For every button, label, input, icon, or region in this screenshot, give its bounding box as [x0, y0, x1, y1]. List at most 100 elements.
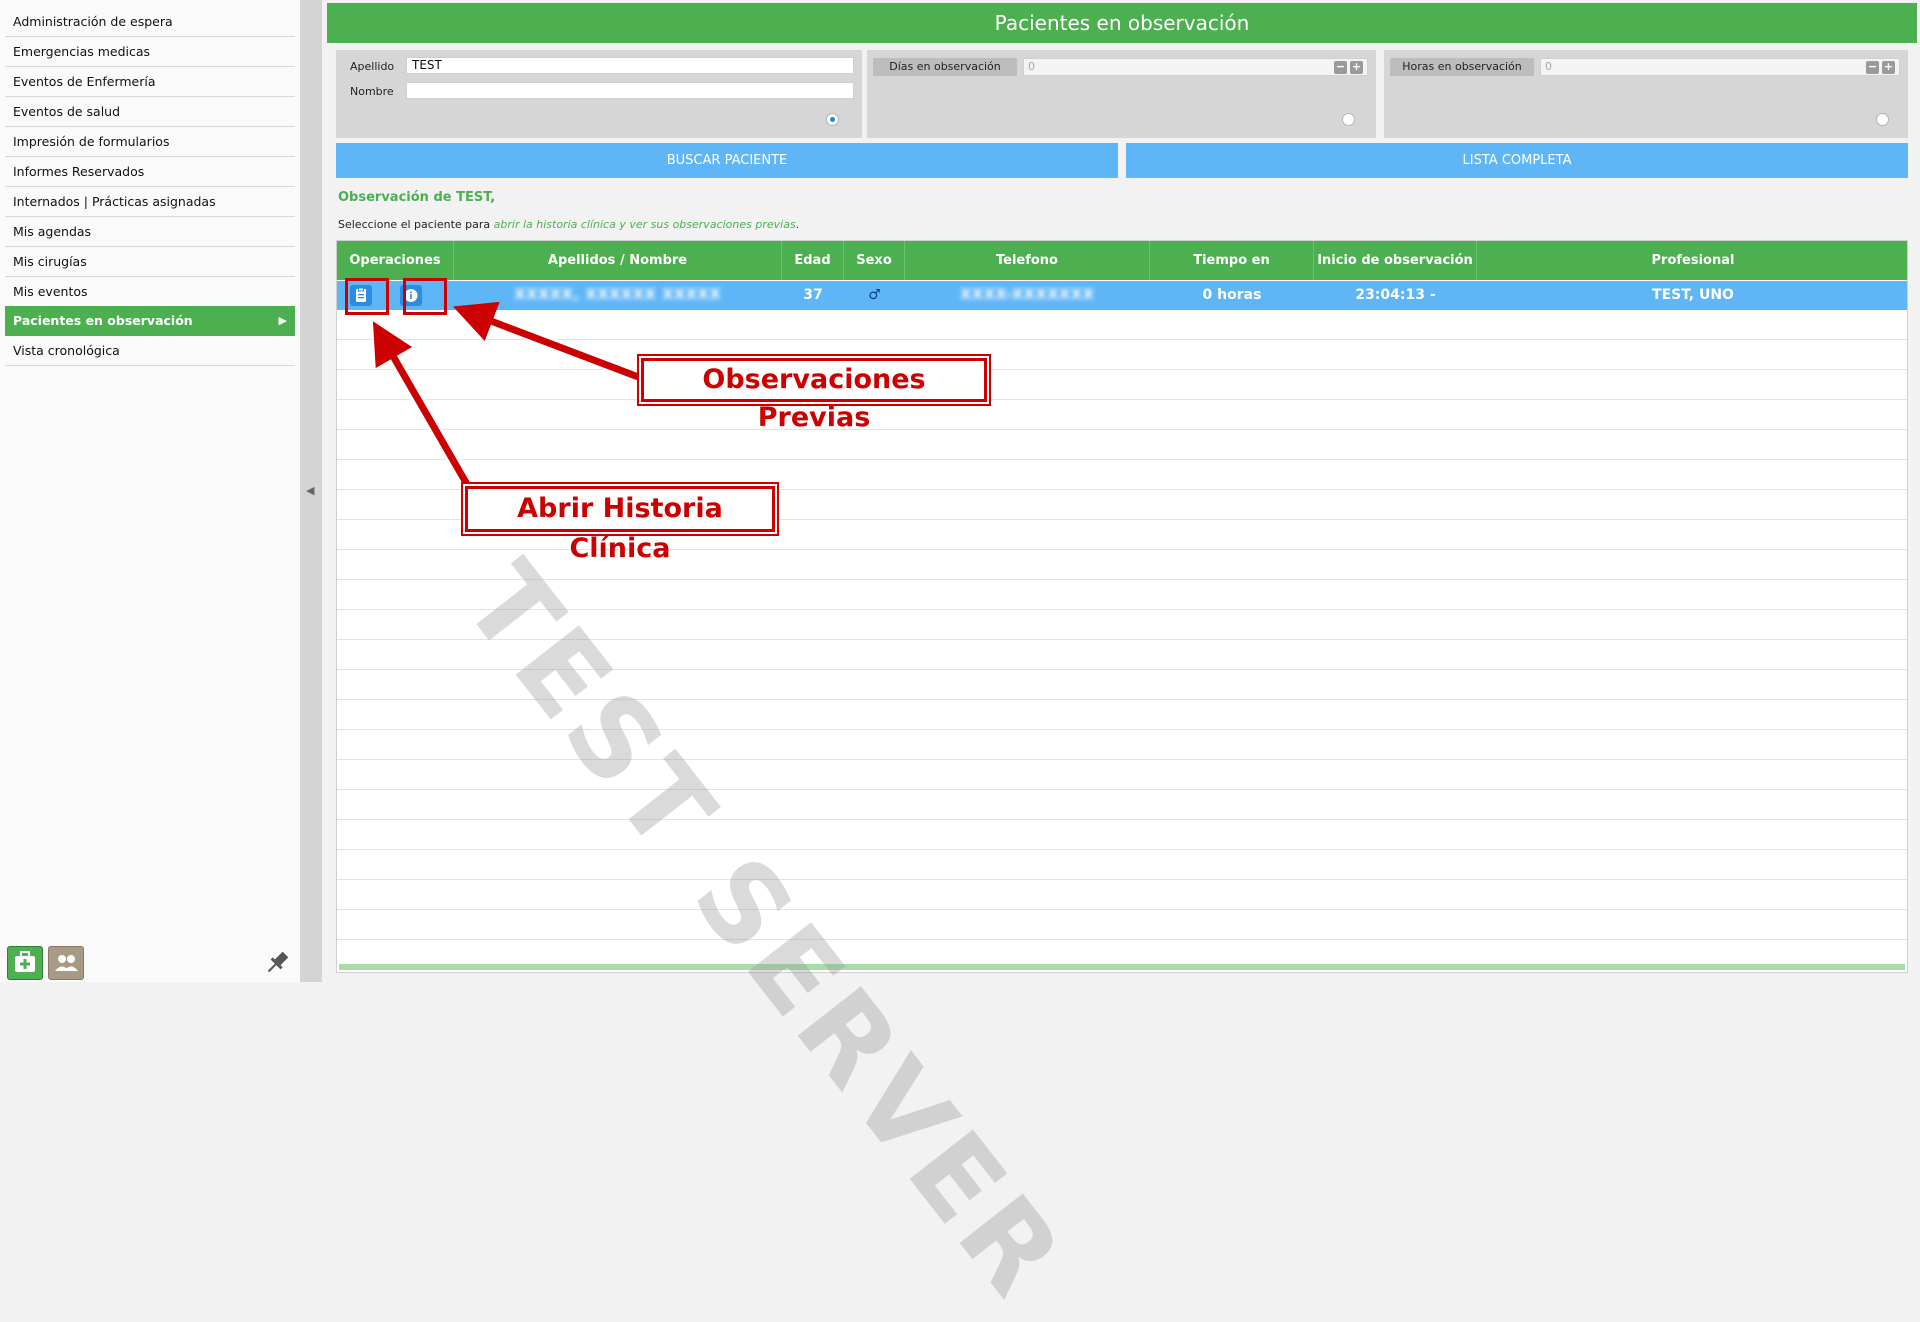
highlight-previous-observations [403, 278, 447, 315]
collapse-left-icon[interactable]: ◀ [306, 484, 314, 497]
col-operaciones[interactable]: Operaciones [337, 241, 454, 280]
sidebar-item-impresion-formularios[interactable]: Impresión de formularios [5, 127, 295, 157]
pin-icon[interactable] [262, 948, 292, 978]
patient-age: 37 [803, 287, 823, 303]
row-divider [337, 939, 1907, 940]
row-divider [337, 369, 1907, 370]
sidebar: Administración de espera Emergencias med… [0, 0, 300, 982]
sidebar-item-informes-reservados[interactable]: Informes Reservados [5, 157, 295, 187]
row-divider [337, 789, 1907, 790]
dias-label: Días en observación [873, 58, 1017, 76]
row-divider [337, 819, 1907, 820]
sidebar-item-label: Mis cirugías [13, 254, 87, 269]
hint-prefix: Seleccione el paciente para [338, 218, 494, 231]
days-filter-radio[interactable] [1342, 113, 1355, 126]
observation-time: 0 horas [1202, 287, 1262, 303]
col-profesional[interactable]: Profesional [1477, 241, 1907, 280]
row-divider [337, 579, 1907, 580]
nombre-label: Nombre [350, 85, 394, 98]
patient-name: XXXXX, XXXXXX XXXXX [514, 287, 722, 303]
sidebar-item-label: Mis agendas [13, 224, 92, 239]
sidebar-item-label: Internados | Prácticas asignadas [13, 194, 216, 209]
nombre-input[interactable] [406, 82, 854, 99]
col-inicio[interactable]: Inicio de observación [1314, 241, 1477, 280]
name-filter-radio[interactable] [826, 113, 839, 126]
sidebar-item-mis-agendas[interactable]: Mis agendas [5, 217, 295, 247]
observation-title: Observación de TEST, [338, 190, 496, 205]
sidebar-collapse-bar[interactable]: ◀ [300, 0, 322, 982]
medkit-icon [15, 951, 35, 972]
sidebar-item-emergencias[interactable]: Emergencias medicas [5, 37, 295, 67]
observation-hint: Seleccione el paciente para abrir la his… [338, 218, 799, 231]
horas-input[interactable]: 0 [1540, 58, 1900, 76]
patient-sex: ♂ [868, 287, 881, 303]
dias-value: 0 [1028, 60, 1035, 73]
dias-increment-button[interactable]: + [1350, 61, 1363, 74]
highlight-open-history [345, 278, 389, 315]
apellido-input[interactable]: TEST [406, 57, 854, 74]
row-divider [337, 639, 1907, 640]
apellido-label: Apellido [350, 60, 395, 73]
col-tiempo[interactable]: Tiempo en observación [1150, 241, 1314, 307]
hint-suffix: . [795, 218, 800, 231]
row-divider [337, 669, 1907, 670]
hint-link: abrir la historia clínica y ver sus obse… [493, 218, 796, 231]
callout-abrir-historia: Abrir Historia Clínica [465, 486, 775, 564]
sidebar-item-eventos-enfermeria[interactable]: Eventos de Enfermería [5, 67, 295, 97]
sidebar-item-label: Eventos de Enfermería [13, 74, 156, 89]
users-button[interactable] [48, 946, 84, 980]
sidebar-item-pacientes-observacion[interactable]: Pacientes en observación ▶ [5, 306, 295, 336]
row-divider [337, 729, 1907, 730]
observation-start: 23:04:13 - 03/04/2025 [1351, 287, 1440, 332]
row-divider [337, 399, 1907, 400]
sidebar-item-label: Eventos de salud [13, 104, 121, 119]
buscar-paciente-button[interactable]: BUSCAR PACIENTE [336, 143, 1118, 178]
sidebar-item-label: Informes Reservados [13, 164, 145, 179]
table-row[interactable]: XXXXX, XXXXXX XXXXX 37 ♂ XXXX-XXXXXXX 0 … [337, 281, 1907, 332]
sidebar-item-label: Emergencias medicas [13, 44, 151, 59]
sidebar-item-internados[interactable]: Internados | Prácticas asignadas [5, 187, 295, 217]
sidebar-item-administracion-espera[interactable]: Administración de espera [5, 7, 295, 37]
row-divider [337, 609, 1907, 610]
sidebar-item-label: Pacientes en observación [13, 313, 193, 328]
hours-filter-radio[interactable] [1876, 113, 1889, 126]
horas-label: Horas en observación [1390, 58, 1534, 76]
name-filter-panel: Apellido TEST Nombre [336, 50, 862, 138]
patient-phone: XXXX-XXXXXXX [960, 287, 1095, 303]
sidebar-item-label: Mis eventos [13, 284, 88, 299]
horas-value: 0 [1545, 60, 1552, 73]
dias-decrement-button[interactable]: − [1334, 61, 1347, 74]
medkit-button[interactable] [7, 946, 43, 980]
row-divider [337, 429, 1907, 430]
days-filter-panel: Días en observación 0 − + [867, 50, 1376, 138]
dias-input[interactable]: 0 [1023, 58, 1368, 76]
col-apellidos-nombre[interactable]: Apellidos / Nombre [454, 241, 782, 280]
row-divider [337, 699, 1907, 700]
sidebar-item-label: Administración de espera [13, 14, 173, 29]
row-divider [337, 909, 1907, 910]
horas-decrement-button[interactable]: − [1866, 61, 1879, 74]
col-edad[interactable]: Edad [782, 241, 844, 280]
col-sexo[interactable]: Sexo [844, 241, 905, 280]
callout-observaciones-previas: Observaciones Previas [641, 358, 987, 433]
row-divider [337, 339, 1907, 340]
patients-table: Operaciones Apellidos / Nombre Edad Sexo… [336, 240, 1908, 973]
sidebar-item-vista-cronologica[interactable]: Vista cronológica [5, 336, 295, 366]
row-divider [337, 879, 1907, 880]
page-title: Pacientes en observación [327, 3, 1917, 43]
professional: TEST, UNO [1652, 287, 1734, 303]
col-telefono[interactable]: Telefono [905, 241, 1150, 280]
row-divider [337, 459, 1907, 460]
users-icon [55, 955, 78, 971]
table-scrollbar[interactable] [339, 964, 1905, 970]
caret-right-icon: ▶ [278, 314, 287, 327]
sidebar-item-mis-eventos[interactable]: Mis eventos [5, 277, 295, 307]
sidebar-item-label: Impresión de formularios [13, 134, 170, 149]
sidebar-item-mis-cirugias[interactable]: Mis cirugías [5, 247, 295, 277]
sidebar-item-label: Vista cronológica [13, 343, 120, 358]
table-header: Operaciones Apellidos / Nombre Edad Sexo… [337, 241, 1907, 307]
horas-increment-button[interactable]: + [1882, 61, 1895, 74]
lista-completa-button[interactable]: LISTA COMPLETA [1126, 143, 1908, 178]
hours-filter-panel: Horas en observación 0 − + [1384, 50, 1908, 138]
sidebar-item-eventos-salud[interactable]: Eventos de salud [5, 97, 295, 127]
